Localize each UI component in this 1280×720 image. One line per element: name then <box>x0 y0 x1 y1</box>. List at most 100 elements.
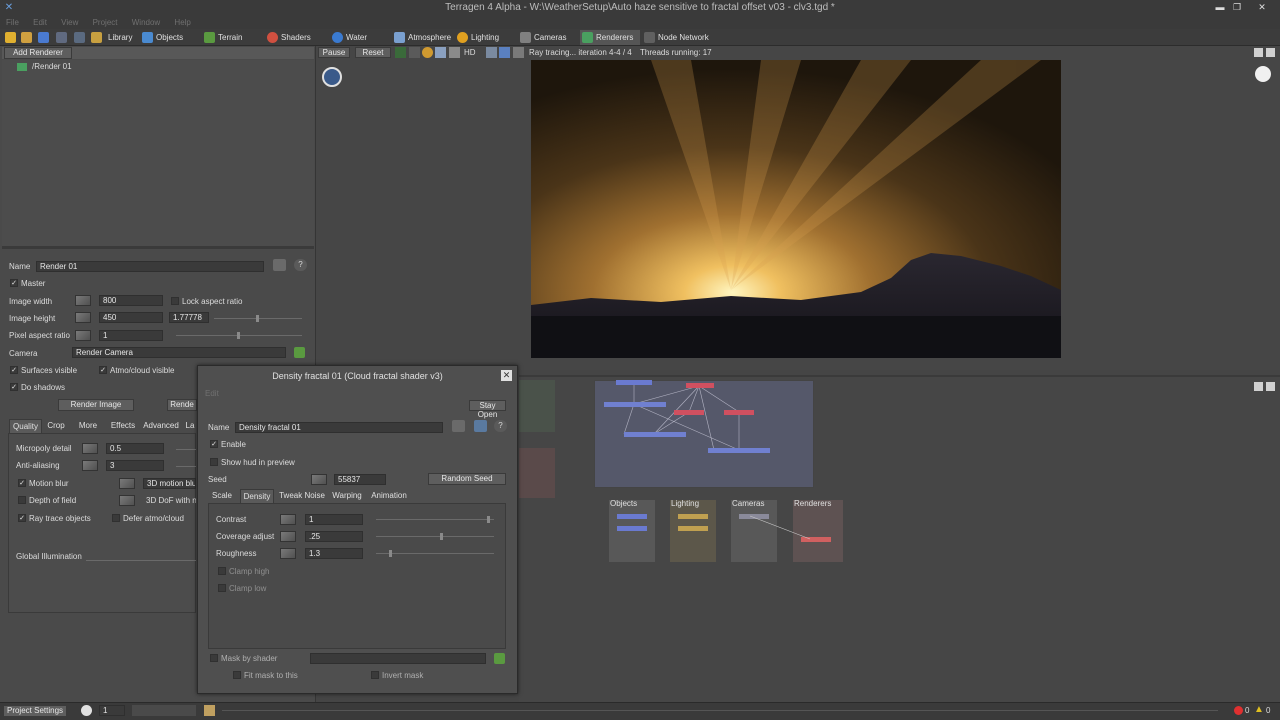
camera-field[interactable]: Render Camera <box>72 347 286 358</box>
shader-settings-icon[interactable] <box>452 420 465 432</box>
object-node[interactable] <box>617 526 647 531</box>
mask-shader-select-icon[interactable] <box>494 653 505 664</box>
tab-objects[interactable]: Objects <box>140 30 196 45</box>
clamp-low-checkbox[interactable] <box>218 584 226 592</box>
micropoly-field[interactable]: 0.5 <box>106 443 164 454</box>
pixel-aspect-adjust-icon[interactable] <box>75 330 91 341</box>
keyframe-icon[interactable] <box>204 705 215 716</box>
contrast-field[interactable]: 1 <box>305 514 363 525</box>
fit-mask-checkbox[interactable] <box>233 671 241 679</box>
tab-effects[interactable]: Effects <box>108 419 138 433</box>
light-node[interactable] <box>678 526 708 531</box>
tab-scale[interactable]: Scale <box>209 489 235 503</box>
render-image-button[interactable]: Render Image <box>58 399 134 411</box>
tab-node-network[interactable]: Node Network <box>642 30 710 45</box>
objects-preview-icon[interactable] <box>449 47 460 58</box>
atmo-visible-checkbox[interactable]: ✓ <box>99 366 107 374</box>
antialias-slider-track[interactable] <box>176 466 196 467</box>
dialog-close-icon[interactable]: ✕ <box>501 370 512 381</box>
dof-3d-icon[interactable] <box>119 495 135 506</box>
objects-node-group[interactable] <box>609 500 655 562</box>
surfaces-visible-checkbox[interactable]: ✓ <box>10 366 18 374</box>
tab-terrain[interactable]: Terrain <box>202 30 258 45</box>
tab-renderers[interactable]: Renderers <box>580 30 640 45</box>
warning-icon[interactable]: ▲ <box>1254 705 1264 715</box>
object-node[interactable] <box>617 514 647 519</box>
render-options-gear-icon[interactable] <box>1255 66 1271 82</box>
micropoly-adjust-icon[interactable] <box>82 443 98 454</box>
roughness-slider-knob[interactable] <box>389 550 393 557</box>
image-width-adjust-icon[interactable] <box>75 295 91 306</box>
close-icon[interactable]: ✕ <box>1256 1 1268 13</box>
camera-select-icon[interactable] <box>294 347 305 358</box>
new-file-icon[interactable] <box>5 32 16 43</box>
frame-field[interactable]: 1 <box>99 705 125 716</box>
aspect-slider-knob[interactable] <box>256 315 259 322</box>
tab-advanced[interactable]: Advanced <box>141 419 181 433</box>
render-partial-button[interactable]: Rende <box>167 399 197 411</box>
pixel-aspect-field[interactable]: 1 <box>99 330 163 341</box>
timeline-clock-icon[interactable] <box>81 705 92 716</box>
image-height-adjust-icon[interactable] <box>75 312 91 323</box>
maximize-icon[interactable]: ❐ <box>1231 1 1243 13</box>
panel-splitter[interactable] <box>2 246 314 249</box>
seed-adjust-icon[interactable] <box>311 474 327 485</box>
antialias-field[interactable]: 3 <box>106 460 164 471</box>
show-hud-checkbox[interactable] <box>210 458 218 466</box>
image-height-field[interactable]: 450 <box>99 312 163 323</box>
tab-library[interactable]: Library <box>92 30 134 45</box>
invert-mask-checkbox[interactable] <box>371 671 379 679</box>
shader-node-partial[interactable] <box>519 448 555 498</box>
coverage-slider-track[interactable] <box>376 536 494 537</box>
menu-window[interactable]: Window <box>126 16 166 29</box>
render-green-icon[interactable] <box>395 47 406 58</box>
menu-project[interactable]: Project <box>87 16 124 29</box>
3d-view-icon[interactable] <box>74 32 85 43</box>
open-file-icon[interactable] <box>21 32 32 43</box>
renderer-list-item[interactable]: /Render 01 <box>32 62 72 71</box>
menu-edit[interactable]: Edit <box>27 16 53 29</box>
node-view-close-icon[interactable] <box>1266 382 1275 391</box>
motion-3d-field[interactable]: 3D motion blu <box>143 478 196 489</box>
sun-preview-icon[interactable] <box>422 47 433 58</box>
tab-warping[interactable]: Warping <box>330 489 364 503</box>
tab-animation[interactable]: Animation <box>368 489 410 503</box>
do-shadows-checkbox[interactable]: ✓ <box>10 383 18 391</box>
lighting-node-group[interactable] <box>670 500 716 562</box>
tab-water[interactable]: Water <box>330 30 384 45</box>
defer-atmo-checkbox[interactable] <box>112 514 120 522</box>
tab-shaders[interactable]: Shaders <box>265 30 321 45</box>
tab-tweak-noise[interactable]: Tweak Noise <box>278 489 326 503</box>
render-lock-icon[interactable] <box>513 47 524 58</box>
contrast-adjust-icon[interactable] <box>280 514 296 525</box>
coverage-adjust-icon[interactable] <box>280 531 296 542</box>
master-checkbox[interactable]: ✓ <box>10 279 18 287</box>
enable-checkbox[interactable]: ✓ <box>210 440 218 448</box>
light-node[interactable] <box>678 514 708 519</box>
mask-shader-field[interactable] <box>310 653 486 664</box>
add-renderer-button[interactable]: Add Renderer <box>4 47 72 59</box>
view-close-icon[interactable] <box>1266 48 1275 57</box>
menu-view[interactable]: View <box>55 16 84 29</box>
render-mode-icon[interactable] <box>409 47 420 58</box>
depth-of-field-checkbox[interactable] <box>18 496 26 504</box>
atmo-preview-icon[interactable] <box>435 47 446 58</box>
camera-sync-icon[interactable] <box>499 47 510 58</box>
render-settings-icon[interactable] <box>56 32 67 43</box>
node-settings-icon[interactable] <box>273 259 286 271</box>
random-seed-button[interactable]: Random Seed <box>428 473 506 485</box>
error-icon[interactable] <box>1234 706 1243 715</box>
tab-density[interactable]: Density <box>240 489 274 503</box>
tab-crop[interactable]: Crop <box>44 419 68 433</box>
coverage-field[interactable]: .25 <box>305 531 363 542</box>
timeline-track[interactable] <box>222 710 1218 711</box>
aspect-ratio-field[interactable]: 1.77778 <box>169 312 209 323</box>
terrain-node-partial[interactable] <box>519 380 555 432</box>
renderer-name-field[interactable]: Render 01 <box>36 261 264 272</box>
hd-label[interactable]: HD <box>464 48 476 57</box>
reset-button[interactable]: Reset <box>355 47 391 58</box>
antialias-adjust-icon[interactable] <box>82 460 98 471</box>
tab-atmosphere[interactable]: Atmosphere <box>392 30 452 45</box>
motion-blur-3d-icon[interactable] <box>119 478 135 489</box>
save-icon[interactable] <box>38 32 49 43</box>
